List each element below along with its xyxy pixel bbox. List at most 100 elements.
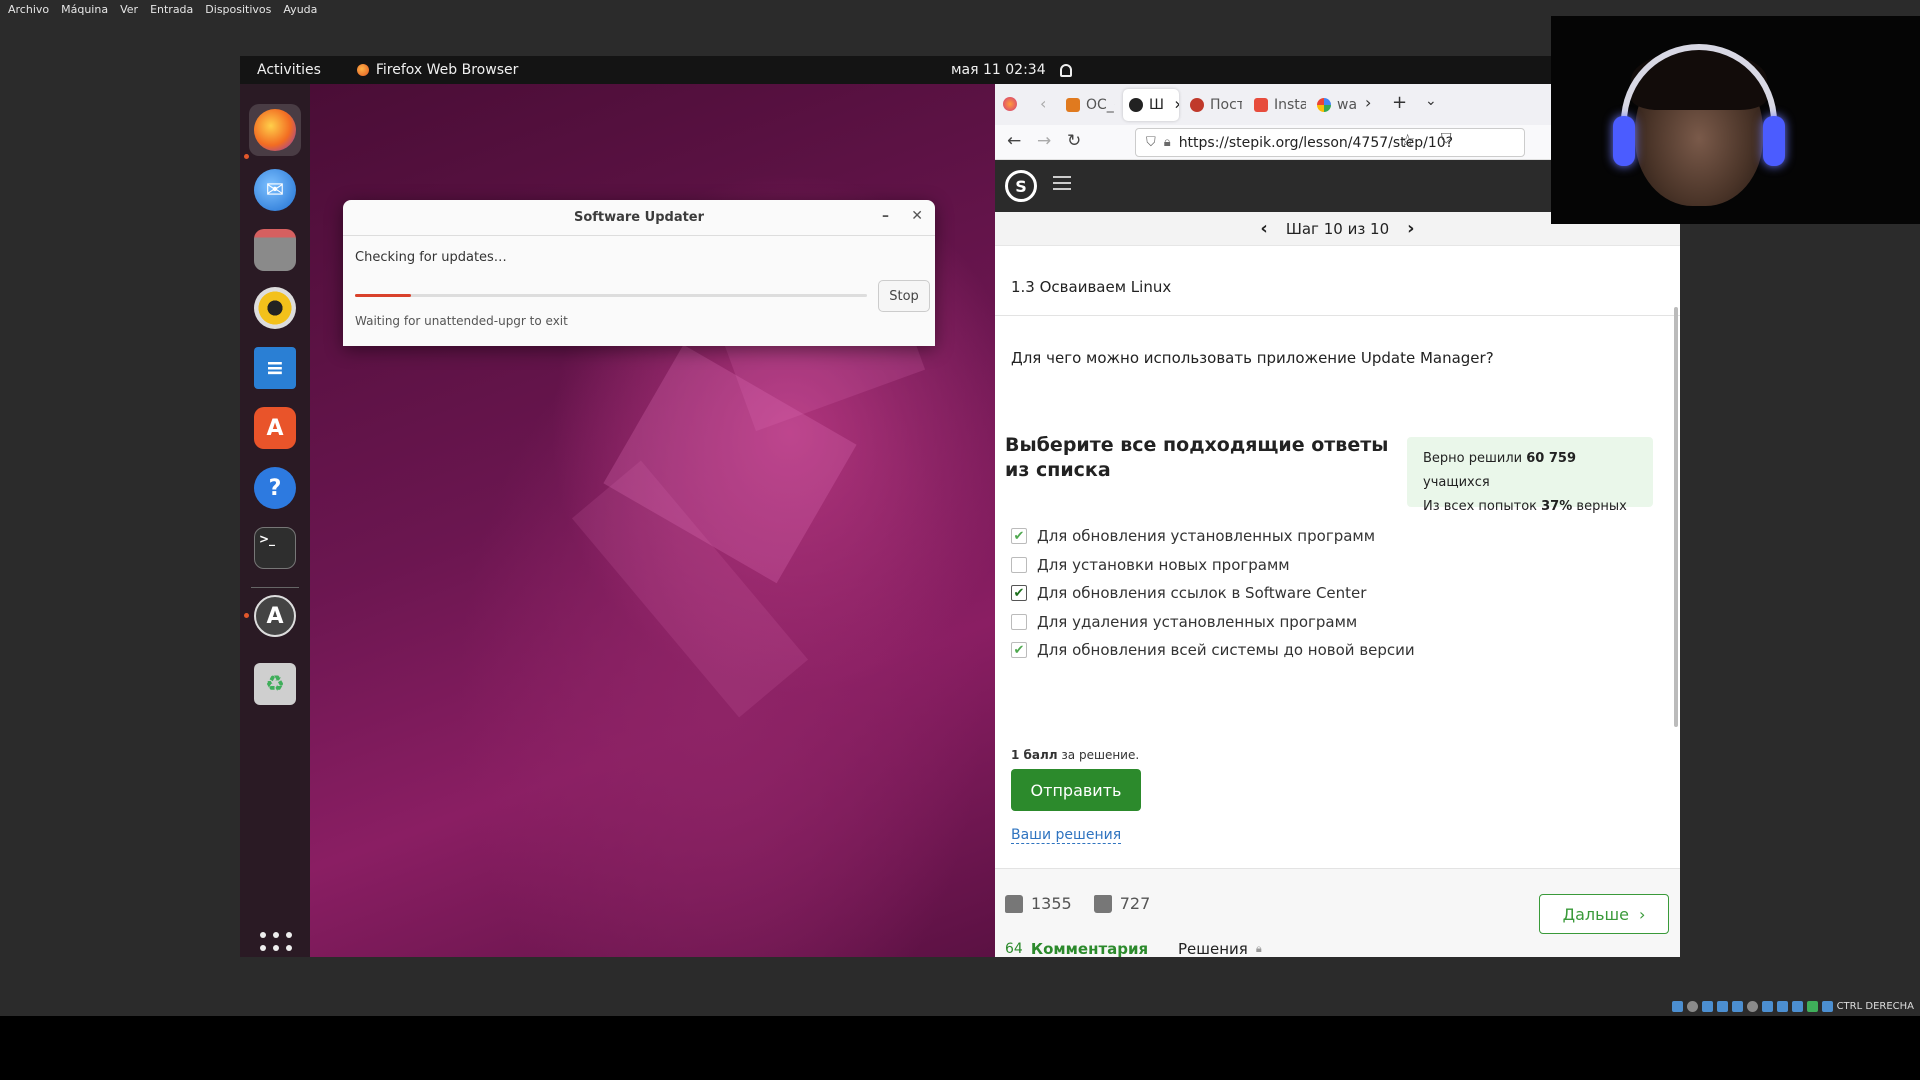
app-menu[interactable]: Firefox Web Browser [356, 62, 518, 78]
host-menu-ayuda[interactable]: Ayuda [283, 3, 317, 16]
host-black-area [0, 1016, 1920, 1080]
dock-terminal[interactable]: >_ [249, 522, 301, 574]
tab-stepik[interactable]: Ш ✕ [1123, 89, 1179, 121]
notification-bell-icon [1059, 63, 1072, 77]
usb-icon[interactable] [1731, 1000, 1743, 1012]
checkbox[interactable]: ✔ [1011, 528, 1027, 545]
thumbs-down-icon[interactable] [1093, 894, 1112, 913]
your-solutions-link[interactable]: Ваши решения [1011, 827, 1122, 844]
lock-icon[interactable]: 🔒︎ [1164, 135, 1171, 150]
dock-separator [251, 587, 299, 588]
dock-help[interactable]: ? [249, 462, 301, 514]
likes-count: 1355 [1031, 894, 1072, 913]
firefox-view-icon[interactable] [1003, 97, 1017, 111]
prev-step-icon[interactable]: ‹ [1260, 218, 1267, 239]
dock-writer[interactable]: ≡ [249, 342, 301, 394]
optical-drive-icon[interactable] [1686, 1000, 1698, 1012]
tab-os[interactable]: ОС_( [1060, 89, 1115, 121]
dock-software[interactable]: A [249, 402, 301, 454]
back-icon[interactable]: ← [1007, 131, 1021, 151]
host-menu-archivo[interactable]: Archivo [8, 3, 49, 16]
tab-scroll-left-icon[interactable]: ‹ [1040, 94, 1046, 113]
thumbs-up-icon[interactable] [1005, 894, 1023, 913]
dock-firefox[interactable] [249, 104, 301, 156]
checkbox[interactable] [1011, 613, 1027, 630]
forward-icon[interactable]: → [1037, 131, 1051, 151]
help-icon: ? [254, 467, 296, 509]
next-button[interactable]: Дальше › [1539, 894, 1669, 934]
recording-icon[interactable] [1776, 1000, 1788, 1012]
reload-icon[interactable]: ↻ [1067, 131, 1081, 151]
checkbox[interactable] [1011, 556, 1027, 573]
checkbox[interactable]: ✔ [1011, 585, 1027, 602]
lock-icon: 🔒︎ [1255, 942, 1262, 955]
bookmark-star-icon[interactable]: ☆ [1400, 131, 1415, 151]
host-menu-dispositivos[interactable]: Dispositivos [205, 3, 271, 16]
dock-software-updater[interactable]: A [249, 590, 301, 642]
menu-icon[interactable] [1053, 176, 1071, 190]
dock-files[interactable] [249, 224, 301, 276]
shared-folder-icon[interactable] [1746, 1000, 1758, 1012]
option-label: Для обновления ссылок в Software Center [1037, 584, 1367, 603]
google-favicon [1317, 98, 1331, 112]
dislikes-count: 727 [1119, 894, 1151, 913]
dock: ✉ ≡ A ? >_ A ♻ [240, 84, 310, 957]
new-tab-icon[interactable]: + [1392, 92, 1407, 113]
answer-option[interactable]: ✔ Для обновления всей системы до новой в… [1011, 636, 1415, 665]
tab-scroll-right-icon[interactable]: › [1365, 93, 1371, 112]
pocket-icon[interactable]: ⛉ [1441, 131, 1452, 147]
show-apps-icon[interactable] [260, 932, 292, 957]
progress-fill [355, 294, 412, 297]
dock-rhythmbox[interactable] [249, 282, 301, 334]
display-icon[interactable] [1761, 1000, 1773, 1012]
firefox-small-icon [356, 64, 369, 76]
dock-thunderbird[interactable]: ✉ [249, 164, 301, 216]
answer-option[interactable]: ✔ Для обновления ссылок в Software Cente… [1011, 579, 1415, 608]
keyboard-capture-icon[interactable] [1821, 1000, 1833, 1012]
stepik-logo[interactable]: S [1005, 170, 1037, 202]
host-menu-maquina[interactable]: Máquina [61, 3, 108, 16]
dock-trash[interactable]: ♻ [249, 658, 301, 710]
moodle-favicon [1066, 98, 1080, 112]
tab-post[interactable]: Пост [1184, 89, 1242, 121]
tracking-shield-icon[interactable]: ⛉ [1146, 135, 1156, 150]
audio-icon[interactable] [1701, 1000, 1713, 1012]
divider [995, 315, 1680, 316]
answer-option[interactable]: Для удаления установленных программ [1011, 608, 1415, 637]
update-progress-bar [355, 294, 867, 297]
stats-line-accuracy: Из всех попыток 37% верных [1423, 499, 1627, 514]
host-menu-entrada[interactable]: Entrada [150, 3, 193, 16]
host-menu-ver[interactable]: Ver [120, 3, 138, 16]
tab-solutions[interactable]: Решения 🔒︎ [1178, 940, 1262, 957]
stop-button[interactable]: Stop [878, 280, 930, 312]
choose-heading: Выберите все подходящие ответы из списка [1005, 434, 1389, 481]
tab-close-icon[interactable]: ✕ [1174, 98, 1179, 112]
answer-options: ✔ Для обновления установленных программ … [1011, 522, 1415, 665]
tab-insta[interactable]: Insta [1248, 89, 1306, 121]
stats-line-solved: Верно решили 60 759 учащихся [1423, 451, 1577, 490]
close-icon[interactable]: ✕ [911, 208, 923, 224]
tab-google[interactable]: wa [1311, 89, 1361, 121]
checkbox[interactable]: ✔ [1011, 642, 1027, 659]
dialog-title: Software Updater [573, 210, 705, 225]
reactions: 1355 727 [1005, 894, 1150, 913]
clock[interactable]: мая 11 02:34 [951, 62, 1072, 78]
update-substatus: Waiting for unattended-upgr to exit [355, 314, 568, 328]
guest-additions-icon[interactable] [1806, 1000, 1818, 1012]
minimize-icon[interactable]: – [882, 208, 889, 224]
cpu-icon[interactable] [1791, 1000, 1803, 1012]
submit-button[interactable]: Отправить [1011, 769, 1141, 811]
answer-option[interactable]: Для установки новых программ [1011, 551, 1415, 580]
question-text: Для чего можно использовать приложение U… [1011, 349, 1494, 367]
headphone-right [1763, 116, 1785, 166]
next-step-icon[interactable]: › [1407, 218, 1414, 239]
answer-option[interactable]: ✔ Для обновления установленных программ [1011, 522, 1415, 551]
url-bar[interactable]: ⛉ 🔒︎ https://stepik.org/lesson/4757/step… [1135, 128, 1525, 157]
activities-button[interactable]: Activities [257, 62, 321, 78]
network-icon[interactable] [1716, 1000, 1728, 1012]
tab-comments[interactable]: 64 Комментария [1005, 940, 1148, 957]
hdd-icon[interactable] [1671, 1000, 1683, 1012]
list-all-tabs-icon[interactable]: ⌄ [1425, 93, 1437, 109]
headphones-band [1621, 44, 1777, 134]
page-scrollbar[interactable] [1674, 307, 1678, 727]
